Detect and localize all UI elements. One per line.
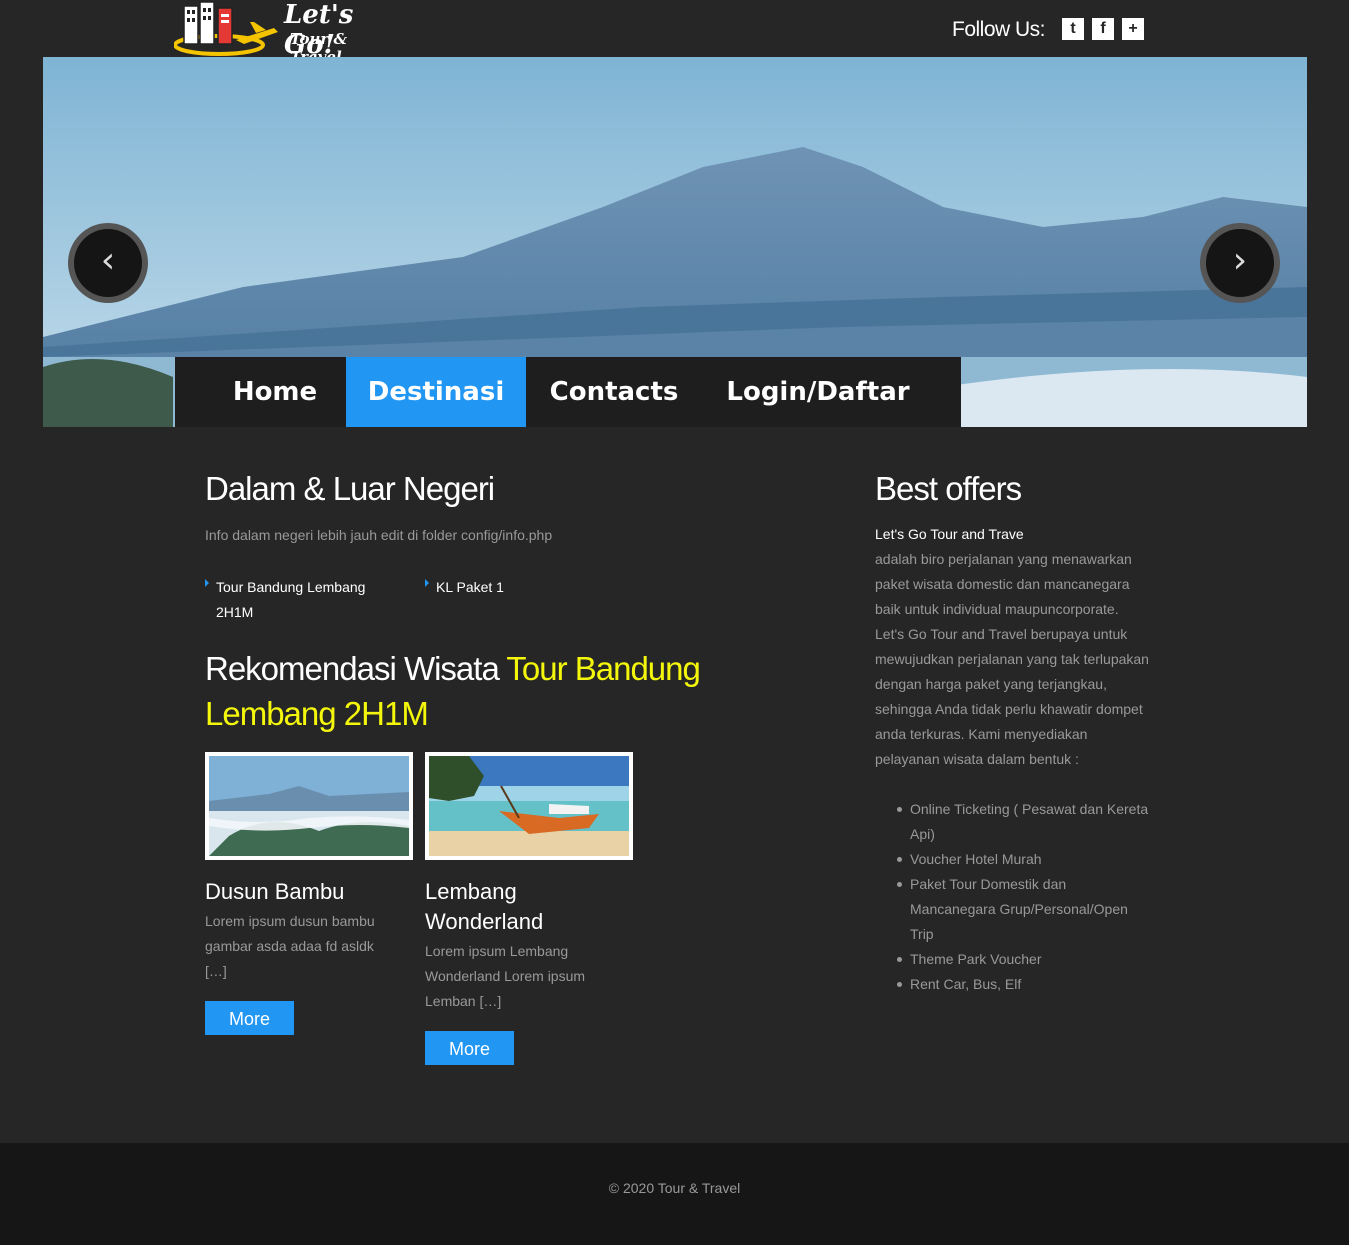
chevron-right-icon: › (1206, 229, 1274, 297)
arrow-right-icon (425, 579, 429, 587)
page-title: Dalam & Luar Negeri (205, 470, 495, 507)
services-list: Online Ticketing ( Pesawat dan Kereta Ap… (875, 797, 1150, 997)
nav-item-home[interactable]: Home (205, 357, 345, 427)
logo-buildings-plane-icon (173, 1, 278, 56)
best-offers-title: Best offers (875, 470, 1022, 507)
card-title: Lembang Wonderland (425, 879, 544, 934)
copyright-text: © 2020 Tour & Travel (608, 1180, 741, 1196)
card-description: Lorem ipsum Lembang Wonderland Lorem ips… (425, 943, 586, 1009)
main-nav: Home Destinasi Contacts Login/Daftar (175, 357, 961, 427)
twitter-icon[interactable]: t (1062, 18, 1084, 40)
arrow-right-icon (205, 579, 209, 587)
beach-boat-image (429, 756, 629, 856)
card-description: Lorem ipsum dusun bambu gambar asda adaa… (205, 913, 375, 979)
destination-link-bandung[interactable]: Tour Bandung Lembang 2H1M (205, 575, 386, 625)
facebook-icon[interactable]: f (1092, 18, 1114, 40)
recommendation-prefix: Rekomendasi Wisata (205, 650, 500, 687)
follow-us-label: Follow Us: (952, 18, 1046, 41)
best-offers-subtitle: Let's Go Tour and Trave (875, 526, 1024, 542)
slider-prev-button[interactable]: ‹ (68, 223, 148, 303)
site-footer: © 2020 Tour & Travel (0, 1143, 1349, 1245)
card-image-lembang-wonderland[interactable] (425, 752, 633, 860)
slider-next-button[interactable]: › (1200, 223, 1280, 303)
list-item: Paket Tour Domestik dan Mancanegara Grup… (875, 872, 1150, 947)
site-logo[interactable]: Let's Go! Tour & Travel (173, 0, 389, 66)
list-item: Online Ticketing ( Pesawat dan Kereta Ap… (875, 797, 1150, 847)
more-button[interactable]: More (205, 1001, 294, 1035)
destination-label: KL Paket 1 (436, 579, 504, 595)
list-item: Voucher Hotel Murah (875, 847, 1150, 872)
nav-item-contacts[interactable]: Contacts (526, 357, 702, 427)
chevron-left-icon: ‹ (74, 229, 142, 297)
recommendation-heading: Rekomendasi Wisata Tour Bandung Lembang … (205, 646, 765, 736)
plus-icon[interactable]: + (1122, 18, 1144, 40)
more-button[interactable]: More (425, 1031, 514, 1065)
list-item: Theme Park Voucher (875, 947, 1150, 972)
nav-item-destinasi[interactable]: Destinasi (346, 357, 526, 427)
card-image-dusun-bambu[interactable] (205, 752, 413, 860)
destination-label: Tour Bandung Lembang 2H1M (216, 579, 366, 620)
site-header: Let's Go! Tour & Travel Follow Us: t f + (0, 0, 1349, 66)
nav-item-login-daftar[interactable]: Login/Daftar (703, 357, 933, 427)
destination-link-kl[interactable]: KL Paket 1 (425, 575, 556, 600)
card-title: Dusun Bambu (205, 879, 345, 904)
list-item: Rent Car, Bus, Elf (875, 972, 1150, 997)
best-offers-text: adalah biro perjalanan yang menawarkan p… (875, 551, 1149, 767)
intro-text: Info dalam negeri lebih jauh edit di fol… (205, 527, 553, 543)
landscape-image (209, 756, 409, 856)
